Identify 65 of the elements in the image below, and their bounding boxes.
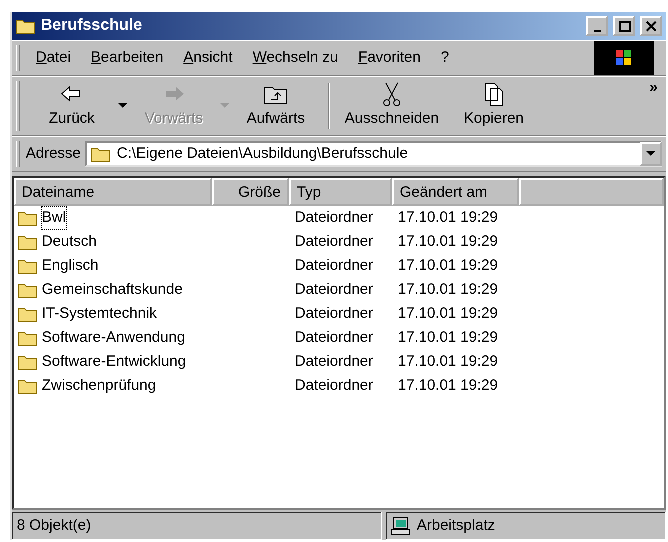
window-title: Berufsschule	[41, 16, 142, 36]
menu-item[interactable]: Bearbeiten	[81, 46, 174, 70]
folder-icon	[18, 330, 38, 346]
folder-icon	[16, 18, 36, 34]
toolbar-button[interactable]: Aufwärts	[230, 80, 322, 132]
toolbar-button[interactable]: Kopieren	[448, 80, 540, 132]
file-name[interactable]: Software-Entwicklung	[42, 350, 186, 374]
folder-icon	[18, 306, 38, 322]
modified-date: 17.10.01 19:29	[397, 328, 500, 348]
file-name[interactable]: Gemeinschaftskunde	[42, 278, 183, 302]
windows-logo-icon	[594, 41, 654, 75]
folder-icon	[18, 210, 38, 226]
computer-icon	[391, 516, 411, 536]
folder-icon	[91, 146, 112, 162]
status-location: Arbeitsplatz	[417, 516, 496, 536]
file-type: Dateiordner	[294, 208, 374, 228]
column-header[interactable]: Geändert am	[392, 178, 519, 206]
folder-icon	[18, 354, 38, 370]
modified-date: 17.10.01 19:29	[397, 280, 500, 300]
address-label: Adresse	[25, 144, 82, 164]
modified-date: 17.10.01 19:29	[397, 208, 500, 228]
file-type: Dateiordner	[294, 256, 374, 276]
menu-item[interactable]: Favoriten	[348, 46, 431, 70]
file-type: Dateiordner	[294, 328, 374, 348]
file-type: Dateiordner	[294, 304, 374, 324]
toolbar-button[interactable]: Ausschneiden	[336, 80, 448, 132]
caret-icon[interactable]	[118, 103, 128, 109]
file-name[interactable]: IT-Systemtechnik	[42, 302, 158, 326]
dropdown-button[interactable]	[640, 142, 662, 166]
file-type: Dateiordner	[294, 376, 374, 396]
folder-icon	[18, 282, 38, 298]
maximize-button[interactable]	[613, 16, 635, 36]
caret-icon	[646, 151, 656, 157]
more-chevron[interactable]: »	[650, 77, 658, 100]
modified-date: 17.10.01 19:29	[397, 352, 500, 372]
file-name[interactable]: Englisch	[42, 254, 99, 278]
address-field[interactable]: C:\Eigene Dateien\Ausbildung\Berufsschule	[85, 141, 662, 167]
menu-item[interactable]: Datei	[26, 46, 82, 70]
menu-item[interactable]: ?	[430, 46, 460, 70]
folder-icon	[18, 258, 38, 274]
column-header[interactable]: Größe	[212, 178, 289, 206]
toolbar-button[interactable]: Zurück	[26, 80, 118, 132]
modified-date: 17.10.01 19:29	[397, 304, 500, 324]
column-header[interactable]: Dateiname	[14, 178, 212, 206]
maximize-icon	[618, 20, 630, 32]
modified-date: 17.10.01 19:29	[397, 376, 500, 396]
file-name[interactable]: Software-Anwendung	[42, 326, 186, 350]
file-type: Dateiordner	[294, 280, 374, 300]
file-type: Dateiordner	[294, 232, 374, 252]
menu-item[interactable]: Wechseln zu	[242, 46, 348, 70]
status-count: 8 Objekt(e)	[12, 512, 382, 540]
folder-icon	[18, 234, 38, 250]
file-name[interactable]: Zwischenprüfung	[42, 374, 156, 398]
folder-icon	[18, 378, 38, 394]
close-button[interactable]	[640, 16, 662, 36]
modified-date: 17.10.01 19:29	[397, 232, 500, 252]
modified-date: 17.10.01 19:29	[397, 256, 500, 276]
file-type: Dateiordner	[294, 352, 374, 372]
minimize-button[interactable]	[586, 16, 608, 36]
minimize-icon	[594, 30, 600, 32]
menu-item[interactable]: Ansicht	[174, 46, 243, 70]
close-icon	[644, 20, 658, 32]
column-header[interactable]: Typ	[289, 178, 392, 206]
file-name[interactable]: Deutsch	[42, 230, 98, 254]
file-name[interactable]: Bwl	[42, 206, 66, 230]
